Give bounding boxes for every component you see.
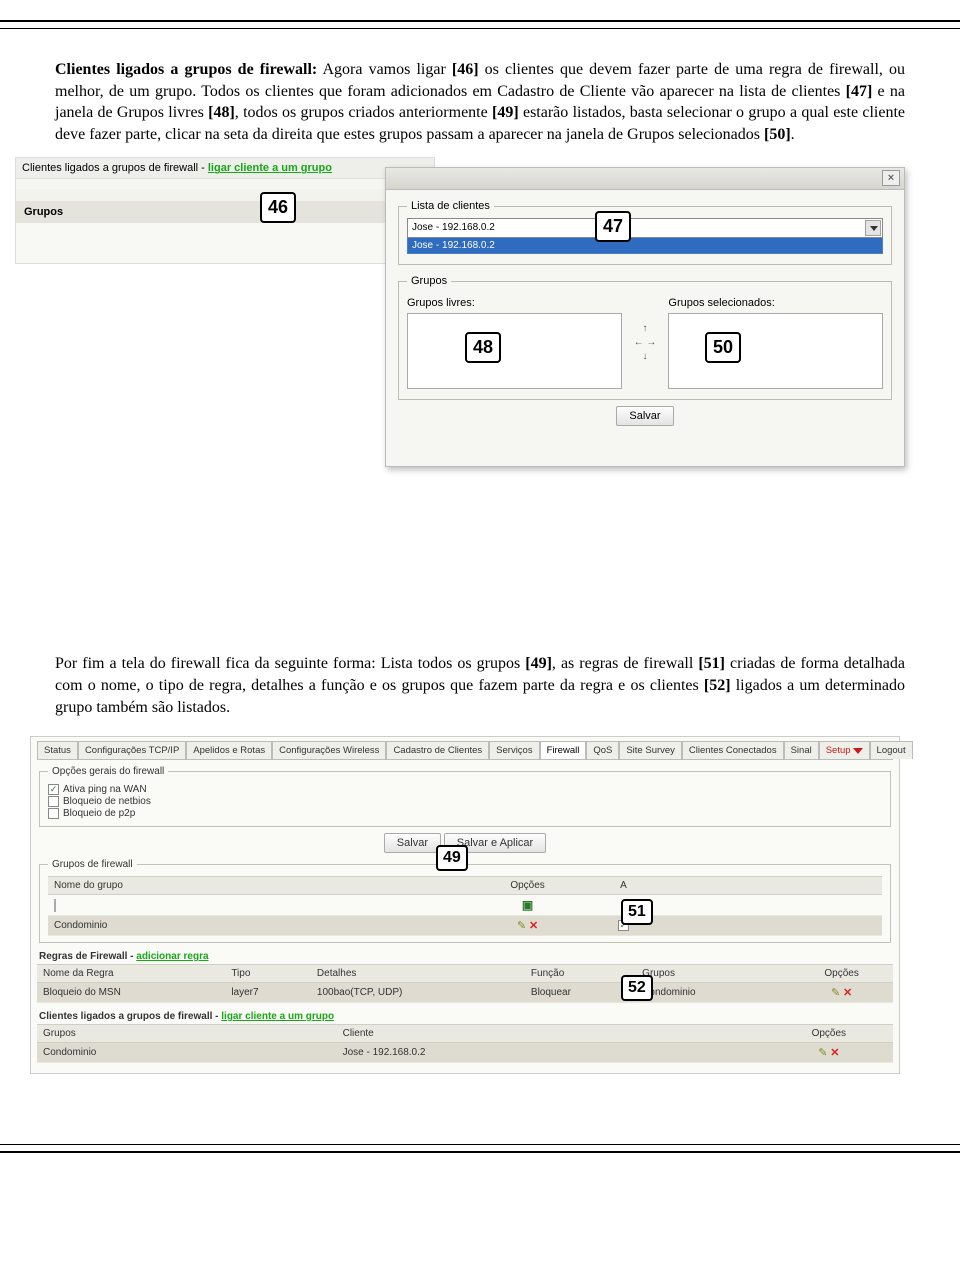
chevron-down-icon bbox=[853, 748, 863, 754]
tab-firewall[interactable]: Firewall bbox=[540, 741, 587, 759]
legend-grupos-fw: Grupos de firewall bbox=[48, 859, 137, 870]
link-ligar-cliente[interactable]: ligar cliente a um grupo bbox=[208, 162, 332, 174]
intro-paragraph-2: Por fim a tela do firewall fica da segui… bbox=[55, 653, 905, 718]
tab-sitesurvey[interactable]: Site Survey bbox=[619, 741, 682, 759]
client-combobox[interactable]: Jose - 192.168.0.2 bbox=[407, 218, 883, 238]
link-ligar-cliente-grupo[interactable]: ligar cliente a um grupo bbox=[221, 1011, 334, 1022]
panel-clients-linked: Clientes ligados a grupos de firewall - … bbox=[15, 157, 435, 264]
annotation-46: 46 bbox=[260, 192, 296, 223]
checkbox-p2p[interactable] bbox=[48, 808, 59, 819]
screenshot-1: Clientes ligados a grupos de firewall - … bbox=[55, 157, 905, 477]
tab-tcpip[interactable]: Configurações TCP/IP bbox=[78, 741, 186, 759]
legend-opcoes: Opções gerais do firewall bbox=[48, 766, 168, 777]
dialog-titlebar: × bbox=[386, 168, 904, 190]
tab-strip: Status Configurações TCP/IP Apelidos e R… bbox=[37, 741, 893, 760]
arrow-down-icon[interactable]: ↓ bbox=[643, 351, 648, 363]
tab-status[interactable]: Status bbox=[37, 741, 78, 759]
table-clientes-ligados: Grupos Cliente Opções Condominio Jose - … bbox=[37, 1024, 893, 1063]
close-icon[interactable]: × bbox=[882, 170, 900, 186]
tab-clientes-conectados[interactable]: Clientes Conectados bbox=[682, 741, 784, 759]
annotation-50: 50 bbox=[705, 332, 741, 363]
fieldset-opcoes-gerais: Opções gerais do firewall ✓Ativa ping na… bbox=[39, 766, 891, 827]
table-regras: Nome da Regra Tipo Detalhes Função Grupo… bbox=[37, 964, 893, 1003]
label-grupos-selecionados: Grupos selecionados: bbox=[668, 297, 883, 309]
cell-grupo-nome: Condominio bbox=[48, 916, 465, 936]
tab-cadastro[interactable]: Cadastro de Clientes bbox=[386, 741, 489, 759]
tab-sinal[interactable]: Sinal bbox=[784, 741, 819, 759]
col-opcoes: Opções bbox=[465, 877, 590, 895]
edit-icon[interactable]: ✎ bbox=[517, 920, 526, 932]
listbox-grupos-livres[interactable] bbox=[407, 313, 622, 389]
checkbox-ping-wan[interactable]: ✓ bbox=[48, 784, 59, 795]
delete-icon[interactable]: ✕ bbox=[843, 987, 852, 999]
arrow-up-icon[interactable]: ↑ bbox=[643, 323, 648, 335]
tab-apelidos[interactable]: Apelidos e Rotas bbox=[186, 741, 272, 759]
screenshot-2: Status Configurações TCP/IP Apelidos e R… bbox=[30, 736, 900, 1074]
add-icon[interactable]: ▣ bbox=[522, 898, 533, 912]
save-button[interactable]: Salvar bbox=[616, 406, 673, 426]
rules-title: Regras de Firewall - adicionar regra bbox=[39, 951, 893, 962]
link-adicionar-regra[interactable]: adicionar regra bbox=[136, 951, 208, 962]
annotation-52: 52 bbox=[621, 975, 653, 1001]
annotation-49: 49 bbox=[436, 845, 468, 871]
col-nome-grupo: Nome do grupo bbox=[48, 877, 465, 895]
legend-lista-clientes: Lista de clientes bbox=[407, 200, 494, 212]
label-grupos-livres: Grupos livres: bbox=[407, 297, 622, 309]
intro-paragraph-1: Clientes ligados a grupos de firewall: A… bbox=[55, 59, 905, 145]
arrow-left-icon[interactable]: ← → bbox=[634, 337, 657, 349]
fieldset-grupos-firewall: Grupos de firewall Nome do grupo Opções … bbox=[39, 859, 891, 943]
delete-icon[interactable]: ✕ bbox=[830, 1047, 839, 1059]
input-nome-grupo[interactable] bbox=[54, 899, 56, 912]
grupos-header: Grupos bbox=[16, 201, 434, 223]
tab-servicos[interactable]: Serviços bbox=[489, 741, 539, 759]
dialog-ligar-cliente: × Lista de clientes Jose - 192.168.0.2 J… bbox=[385, 167, 905, 467]
save-button[interactable]: Salvar bbox=[384, 833, 441, 853]
checkbox-netbios[interactable] bbox=[48, 796, 59, 807]
p1-bold: Clientes ligados a grupos de firewall: bbox=[55, 61, 317, 78]
move-buttons: ↑ ← → ↓ bbox=[634, 323, 657, 363]
col-a: A bbox=[590, 877, 657, 895]
clients-title: Clientes ligados a grupos de firewall - … bbox=[39, 1011, 893, 1022]
chevron-down-icon[interactable] bbox=[865, 220, 881, 236]
legend-grupos: Grupos bbox=[407, 275, 451, 287]
combobox-option-selected[interactable]: Jose - 192.168.0.2 bbox=[407, 237, 883, 254]
edit-icon[interactable]: ✎ bbox=[818, 1047, 827, 1059]
table-grupos: Nome do grupo Opções A ▣ Condominio ✎ ✕ bbox=[48, 876, 882, 936]
annotation-47: 47 bbox=[595, 211, 631, 242]
annotation-51: 51 bbox=[621, 899, 653, 925]
tab-wireless[interactable]: Configurações Wireless bbox=[272, 741, 386, 759]
annotation-48: 48 bbox=[465, 332, 501, 363]
panel-title: Clientes ligados a grupos de firewall - … bbox=[16, 158, 434, 179]
listbox-grupos-selecionados[interactable] bbox=[668, 313, 883, 389]
delete-icon[interactable]: ✕ bbox=[529, 920, 538, 932]
edit-icon[interactable]: ✎ bbox=[831, 987, 840, 999]
fieldset-lista-clientes: Lista de clientes Jose - 192.168.0.2 Jos… bbox=[398, 200, 892, 265]
tab-setup[interactable]: Setup bbox=[819, 741, 870, 759]
tab-logout[interactable]: Logout bbox=[870, 741, 913, 759]
tab-qos[interactable]: QoS bbox=[586, 741, 619, 759]
